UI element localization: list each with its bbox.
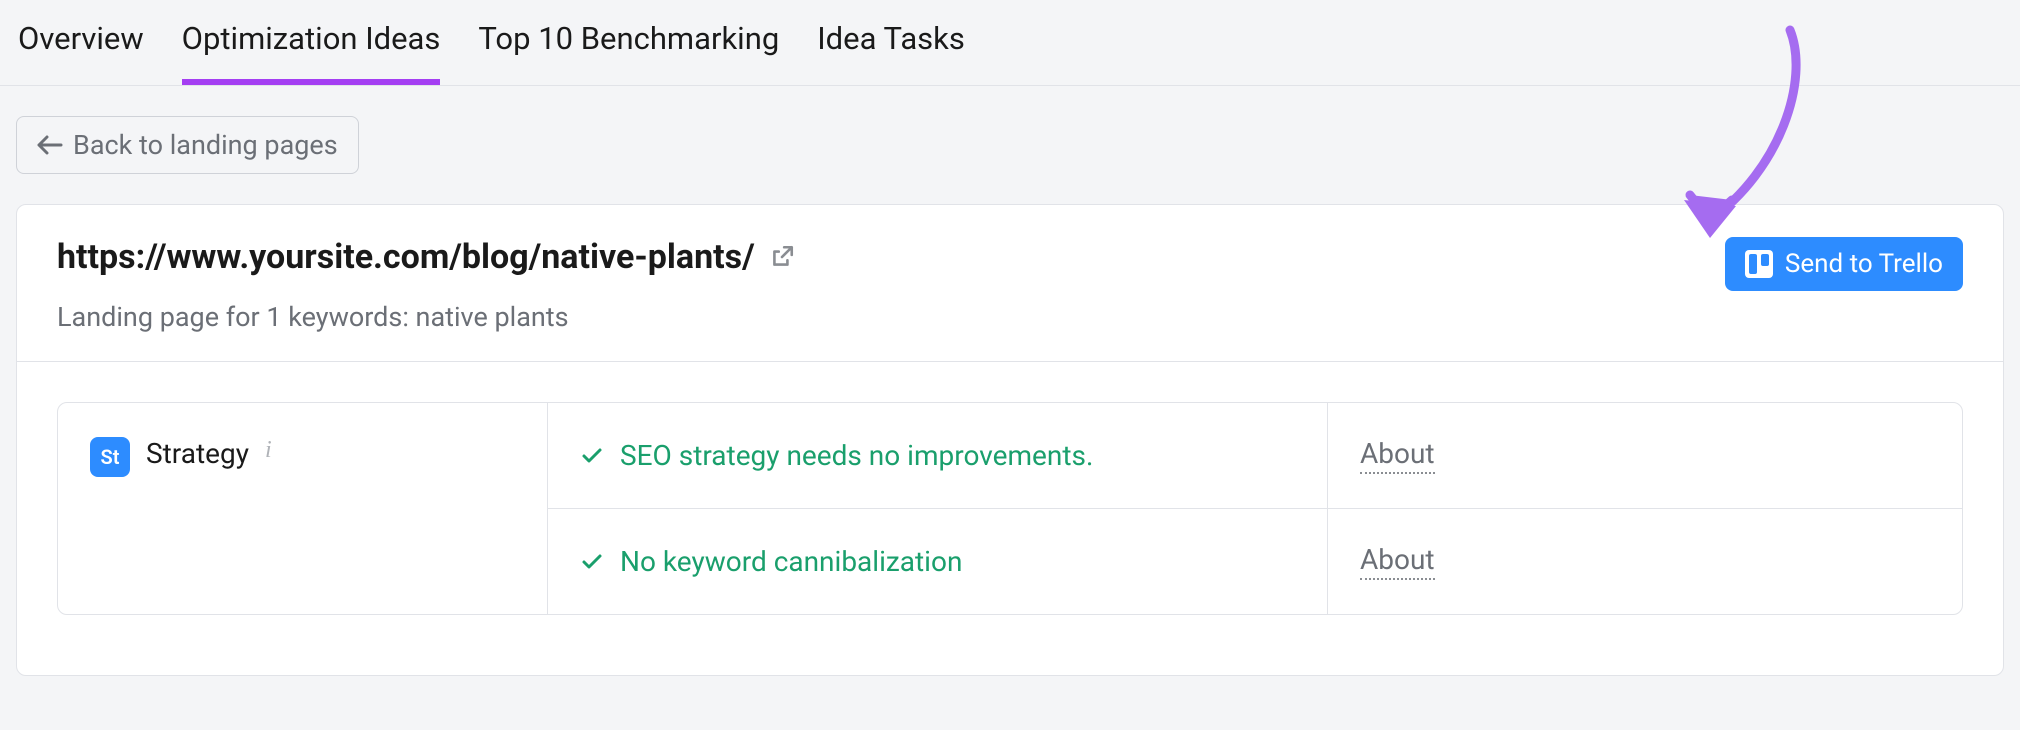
strategy-row-text: SEO strategy needs no improvements. bbox=[620, 439, 1093, 472]
arrow-left-icon bbox=[37, 135, 63, 155]
trello-button-label: Send to Trello bbox=[1785, 249, 1943, 279]
tabs: Overview Optimization Ideas Top 10 Bench… bbox=[0, 0, 2020, 86]
tab-overview[interactable]: Overview bbox=[18, 20, 144, 85]
about-link[interactable]: About bbox=[1360, 437, 1435, 474]
tab-idea-tasks[interactable]: Idea Tasks bbox=[817, 20, 965, 85]
trello-icon bbox=[1745, 250, 1773, 278]
tab-optimization-ideas[interactable]: Optimization Ideas bbox=[182, 20, 441, 85]
strategy-badge: St bbox=[90, 437, 130, 477]
send-to-trello-button[interactable]: Send to Trello bbox=[1725, 237, 1963, 291]
table-row-about: About bbox=[1328, 509, 1962, 614]
table-row: SEO strategy needs no improvements. bbox=[548, 403, 1328, 509]
card-body: St Strategy i SEO strategy needs no impr… bbox=[17, 362, 2003, 675]
strategy-row-text: No keyword cannibalization bbox=[620, 545, 962, 578]
back-to-landing-pages-button[interactable]: Back to landing pages bbox=[16, 116, 359, 174]
keywords-subtext: Landing page for 1 keywords: native plan… bbox=[57, 301, 795, 333]
back-button-label: Back to landing pages bbox=[73, 129, 338, 161]
url-block: https://www.yoursite.com/blog/native-pla… bbox=[57, 237, 795, 333]
table-row: No keyword cannibalization bbox=[548, 509, 1328, 614]
tab-top10-benchmarking[interactable]: Top 10 Benchmarking bbox=[478, 20, 779, 85]
strategy-table: St Strategy i SEO strategy needs no impr… bbox=[57, 402, 1963, 615]
strategy-label: Strategy bbox=[146, 437, 249, 470]
check-icon bbox=[580, 550, 604, 574]
info-icon[interactable]: i bbox=[265, 437, 272, 464]
table-row-about: About bbox=[1328, 403, 1962, 509]
check-icon bbox=[580, 444, 604, 468]
about-link[interactable]: About bbox=[1360, 543, 1435, 580]
external-link-icon[interactable] bbox=[769, 244, 795, 270]
landing-page-card: https://www.yoursite.com/blog/native-pla… bbox=[16, 204, 2004, 676]
card-header: https://www.yoursite.com/blog/native-pla… bbox=[17, 205, 2003, 362]
page-url: https://www.yoursite.com/blog/native-pla… bbox=[57, 237, 755, 277]
strategy-category-cell: St Strategy i bbox=[58, 403, 548, 614]
